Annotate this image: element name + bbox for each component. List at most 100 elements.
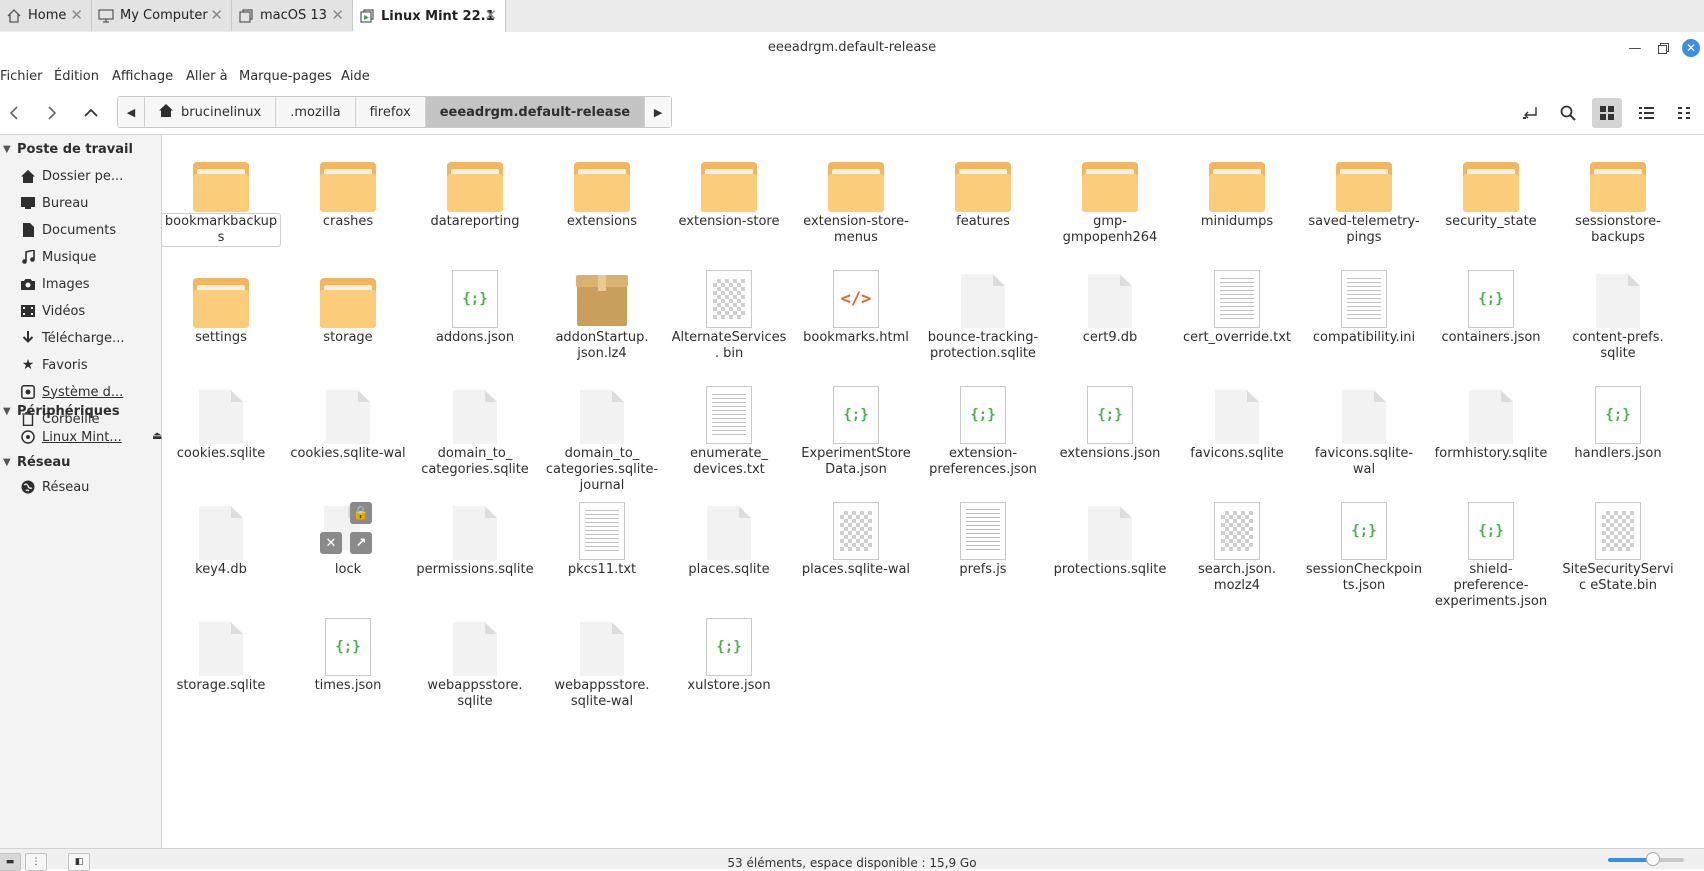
file-item[interactable]: webappsstore. sqlite xyxy=(416,604,534,724)
maximize-button[interactable] xyxy=(1654,39,1672,57)
breadcrumb-item-firefox[interactable]: firefox xyxy=(354,97,425,127)
file-item[interactable]: pkcs11.txt xyxy=(543,488,661,608)
folder-item[interactable]: extension-store xyxy=(670,140,788,260)
folder-item[interactable]: extension-store- menus xyxy=(797,140,915,260)
file-item[interactable]: search.json. mozlz4 xyxy=(1178,488,1296,608)
file-item[interactable]: favicons.sqlite-wal xyxy=(1305,372,1423,492)
file-item[interactable]: prefs.js xyxy=(924,488,1042,608)
sidebar-item-documents[interactable]: Documents xyxy=(20,219,116,241)
vm-tab-macos[interactable]: macOS 13 ✕ xyxy=(232,0,353,31)
file-item[interactable]: {;} ExperimentStore Data.json xyxy=(797,372,915,492)
sidebar-item-reseau[interactable]: Réseau xyxy=(20,476,89,498)
menu-aller-a[interactable]: Aller à xyxy=(186,69,228,84)
folder-item[interactable]: saved-telemetry- pings xyxy=(1305,140,1423,260)
file-item[interactable]: enumerate_ devices.txt xyxy=(670,372,788,492)
vm-tab-home[interactable]: Home ✕ xyxy=(0,0,92,31)
minimize-button[interactable]: — xyxy=(1626,39,1644,57)
sidebar-section-peripheriques[interactable]: ▼ Périphériques xyxy=(0,400,120,422)
file-item[interactable]: formhistory.sqlite xyxy=(1432,372,1550,492)
folder-item[interactable]: extensions xyxy=(543,140,661,260)
folder-item[interactable]: features xyxy=(924,140,1042,260)
vm-tab-my-computer[interactable]: My Computer ✕ xyxy=(92,0,232,31)
menu-affichage[interactable]: Affichage xyxy=(112,69,173,84)
close-tab-icon[interactable]: ✕ xyxy=(331,6,344,24)
file-item[interactable]: {;} containers.json xyxy=(1432,256,1550,376)
folder-item[interactable]: gmp- gmpopenh264 xyxy=(1051,140,1169,260)
close-tab-icon[interactable]: ✕ xyxy=(484,6,497,24)
file-item[interactable]: {;} extension- preferences.json xyxy=(924,372,1042,492)
close-tab-icon[interactable]: ✕ xyxy=(210,6,223,24)
sidebar-item-linux-mint[interactable]: Linux Mint... ⏏ xyxy=(20,426,162,448)
file-item[interactable]: {;} times.json xyxy=(289,604,407,724)
file-item[interactable]: protections.sqlite xyxy=(1051,488,1169,608)
file-item[interactable]: bounce-tracking- protection.sqlite xyxy=(924,256,1042,376)
folder-item[interactable]: storage xyxy=(289,256,407,376)
folder-item[interactable]: sessionstore- backups xyxy=(1559,140,1677,260)
file-item[interactable]: SiteSecurityServic eState.bin xyxy=(1559,488,1677,608)
sidebar-section-reseau[interactable]: ▼ Réseau xyxy=(0,451,70,473)
sidebar-item-telechargements[interactable]: Télécharge... xyxy=(20,327,124,349)
compact-view-button[interactable] xyxy=(1670,98,1700,128)
file-item[interactable]: {;} addons.json xyxy=(416,256,534,376)
file-item[interactable]: domain_to_ categories.sqlite xyxy=(416,372,534,492)
file-item[interactable]: permissions.sqlite xyxy=(416,488,534,608)
file-item[interactable]: webappsstore. sqlite-wal xyxy=(543,604,661,724)
file-item[interactable]: compatibility.ini xyxy=(1305,256,1423,376)
sidebar-section-poste-de-travail[interactable]: ▼ Poste de travail xyxy=(0,138,133,160)
sidebar-item-dossier-personnel[interactable]: Dossier pe... xyxy=(20,165,123,187)
file-item[interactable]: </> bookmarks.html xyxy=(797,256,915,376)
folder-item[interactable]: bookmarkbackup s xyxy=(161,140,281,260)
close-tab-icon[interactable]: ✕ xyxy=(70,6,83,24)
folder-item[interactable]: minidumps xyxy=(1178,140,1296,260)
menu-edition[interactable]: Édition xyxy=(54,69,99,84)
folder-item[interactable]: security_state xyxy=(1432,140,1550,260)
file-item[interactable]: AlternateServices. bin xyxy=(670,256,788,376)
breadcrumb-item-home[interactable]: brucinelinux xyxy=(144,97,275,127)
breadcrumb-item-mozilla[interactable]: .mozilla xyxy=(275,97,354,127)
breadcrumb-left-button[interactable]: ◀ xyxy=(118,97,144,127)
file-item[interactable]: places.sqlite-wal xyxy=(797,488,915,608)
toggle-location-button[interactable] xyxy=(1515,98,1545,128)
vm-tab-linux-mint[interactable]: Linux Mint 22.1 ✕ xyxy=(353,0,506,32)
sidebar-item-images[interactable]: Images xyxy=(20,273,90,295)
list-view-button[interactable] xyxy=(1631,98,1661,128)
parent-folder-button[interactable] xyxy=(80,102,102,124)
close-window-button[interactable]: ✕ xyxy=(1682,39,1700,57)
file-item[interactable]: {;} handlers.json xyxy=(1559,372,1677,492)
file-item[interactable]: cert9.db xyxy=(1051,256,1169,376)
sidebar-item-bureau[interactable]: Bureau xyxy=(20,192,88,214)
file-item[interactable]: key4.db xyxy=(162,488,280,608)
eject-icon[interactable]: ⏏ xyxy=(152,429,162,442)
file-item[interactable]: {;} sessionCheckpoin ts.json xyxy=(1305,488,1423,608)
sidebar-item-favoris[interactable]: ★ Favoris xyxy=(20,354,88,376)
file-item[interactable]: {;} xulstore.json xyxy=(670,604,788,724)
menu-aide[interactable]: Aide xyxy=(341,69,370,84)
file-item[interactable]: {;} extensions.json xyxy=(1051,372,1169,492)
menu-marque-pages[interactable]: Marque-pages xyxy=(239,69,332,84)
file-item[interactable]: cookies.sqlite xyxy=(162,372,280,492)
file-item[interactable]: favicons.sqlite xyxy=(1178,372,1296,492)
breadcrumb-item-current[interactable]: eeeadrgm.default-release xyxy=(424,97,645,127)
file-item[interactable]: cert_override.txt xyxy=(1178,256,1296,376)
menu-fichier[interactable]: Fichier xyxy=(0,69,43,84)
folder-item[interactable]: settings xyxy=(162,256,280,376)
icon-view-button[interactable] xyxy=(1592,98,1622,128)
file-item[interactable]: domain_to_ categories.sqlite- journal xyxy=(543,372,661,493)
zoom-slider-handle[interactable] xyxy=(1646,852,1660,866)
file-item[interactable]: places.sqlite xyxy=(670,488,788,608)
folder-item[interactable]: crashes xyxy=(289,140,407,260)
sidebar: ▼ Poste de travail Dossier pe... Bureau … xyxy=(0,135,162,848)
file-item[interactable]: cookies.sqlite-wal xyxy=(289,372,407,492)
breadcrumb-right-button[interactable]: ▶ xyxy=(644,97,672,127)
file-item[interactable]: content-prefs. sqlite xyxy=(1559,256,1677,376)
back-button[interactable] xyxy=(3,102,25,124)
file-item[interactable]: addonStartup. json.lz4 xyxy=(543,256,661,376)
sidebar-item-musique[interactable]: Musique xyxy=(20,246,96,268)
search-button[interactable] xyxy=(1553,98,1583,128)
file-item[interactable]: {;} shield-preference- experiments.json xyxy=(1432,488,1550,609)
file-item[interactable]: 🔒 ✕ ↗ lock xyxy=(289,488,407,608)
sidebar-item-videos[interactable]: Vidéos xyxy=(20,300,85,322)
file-item[interactable]: storage.sqlite xyxy=(162,604,280,724)
folder-item[interactable]: datareporting xyxy=(416,140,534,260)
forward-button[interactable] xyxy=(41,102,63,124)
